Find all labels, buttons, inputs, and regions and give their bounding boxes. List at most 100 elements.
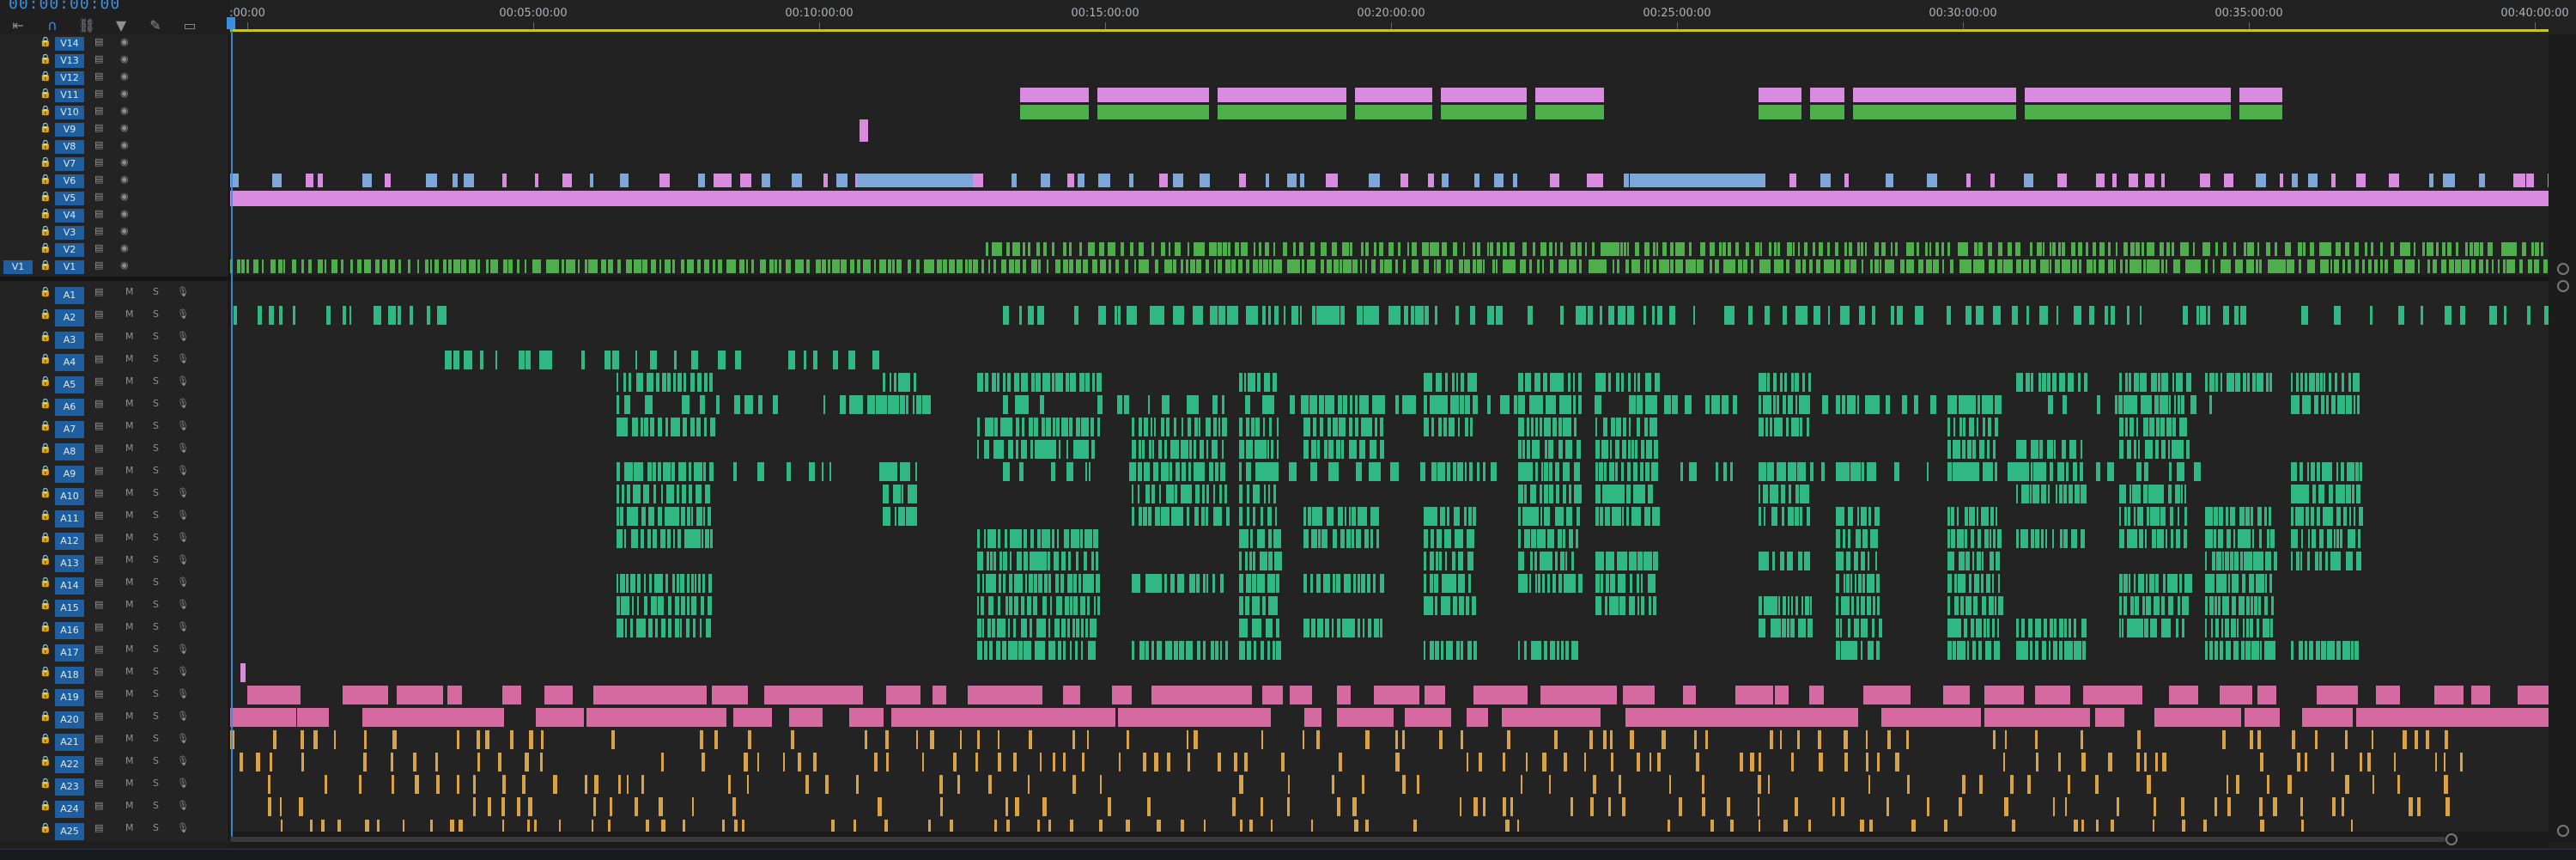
- audio-clip[interactable]: [1839, 619, 1842, 637]
- audio-clip[interactable]: [1084, 373, 1090, 392]
- audio-clip[interactable]: [1041, 418, 1045, 436]
- audio-clip[interactable]: [2133, 529, 2137, 548]
- audio-clip[interactable]: [2304, 753, 2307, 772]
- audio-clip[interactable]: [1336, 574, 1340, 593]
- audio-clip[interactable]: [1777, 596, 1781, 615]
- audio-clip[interactable]: [1978, 641, 1982, 660]
- audio-clip[interactable]: [1076, 619, 1079, 637]
- audio-clip[interactable]: [681, 596, 685, 615]
- audio-clip[interactable]: [1027, 641, 1031, 660]
- audio-clip[interactable]: [1459, 529, 1463, 548]
- audio-clip[interactable]: [1029, 418, 1033, 436]
- video-clip[interactable]: [2479, 242, 2483, 256]
- video-clip[interactable]: [1592, 242, 1595, 256]
- audio-clip[interactable]: [1636, 418, 1641, 436]
- audio-clip[interactable]: [1157, 306, 1165, 325]
- video-clip[interactable]: [1835, 242, 1838, 256]
- audio-clip[interactable]: [708, 574, 712, 593]
- audio-clip[interactable]: [1616, 373, 1619, 392]
- audio-clip[interactable]: [1950, 529, 1956, 548]
- audio-clip[interactable]: [1625, 708, 1810, 727]
- audio-clip[interactable]: [2234, 552, 2239, 570]
- video-clip[interactable]: [1652, 259, 1657, 273]
- eye-icon[interactable]: ◉: [120, 36, 129, 47]
- audio-clip[interactable]: [2241, 641, 2245, 660]
- audio-clip[interactable]: [1705, 730, 1708, 749]
- audio-clip[interactable]: [1244, 552, 1248, 570]
- audio-clip[interactable]: [2359, 462, 2363, 481]
- audio-clip[interactable]: [1363, 619, 1365, 637]
- video-clip[interactable]: [1804, 242, 1808, 256]
- video-clip[interactable]: [1040, 174, 1051, 187]
- audio-clip[interactable]: [1995, 395, 1999, 414]
- audio-clip[interactable]: [2270, 641, 2275, 660]
- video-clip[interactable]: [2200, 174, 2210, 187]
- audio-clip[interactable]: [2064, 619, 2067, 637]
- video-clip[interactable]: [1412, 242, 1417, 256]
- audio-clip[interactable]: [1424, 641, 1426, 660]
- audio-clip[interactable]: [1348, 418, 1352, 436]
- video-clip[interactable]: [1022, 242, 1025, 256]
- sync-lock-icon[interactable]: ▤: [94, 398, 103, 409]
- video-clip[interactable]: [936, 259, 942, 273]
- solo-button[interactable]: S: [153, 398, 159, 409]
- audio-clip[interactable]: [1255, 596, 1261, 615]
- audio-clip[interactable]: [2233, 306, 2239, 325]
- video-clip[interactable]: [2156, 259, 2160, 273]
- audio-clip[interactable]: [1628, 395, 1637, 414]
- audio-clip[interactable]: [2063, 529, 2068, 548]
- lock-icon[interactable]: 🔒: [39, 208, 52, 219]
- lock-icon[interactable]: 🔒: [39, 465, 52, 476]
- video-clip[interactable]: [2166, 242, 2171, 256]
- audio-clip[interactable]: [1003, 462, 1010, 481]
- audio-clip[interactable]: [1269, 418, 1273, 436]
- audio-clip[interactable]: [2154, 753, 2159, 772]
- audio-clip[interactable]: [1430, 574, 1434, 593]
- audio-clip[interactable]: [1402, 775, 1406, 794]
- audio-clip[interactable]: [2057, 753, 2061, 772]
- audio-clip[interactable]: [1841, 641, 1846, 660]
- audio-clip[interactable]: [2127, 306, 2129, 325]
- audio-clip[interactable]: [358, 775, 361, 794]
- audio-clip[interactable]: [2249, 730, 2253, 749]
- audio-clip[interactable]: [1416, 775, 1420, 794]
- solo-button[interactable]: S: [153, 442, 159, 454]
- video-clip[interactable]: [306, 174, 314, 187]
- audio-clip[interactable]: [984, 373, 988, 392]
- audio-clip[interactable]: [1346, 619, 1351, 637]
- audio-clip[interactable]: [1602, 730, 1607, 749]
- audio-clip[interactable]: [1513, 395, 1517, 414]
- audio-clip[interactable]: [1147, 395, 1151, 414]
- audio-clip[interactable]: [1138, 440, 1141, 459]
- audio-clip[interactable]: [1244, 596, 1250, 615]
- audio-clip[interactable]: [1679, 797, 1683, 816]
- audio-clip[interactable]: [1137, 462, 1143, 481]
- audio-clip[interactable]: [2260, 373, 2263, 392]
- audio-clip[interactable]: [2247, 373, 2251, 392]
- audio-clip[interactable]: [706, 619, 712, 637]
- audio-clip[interactable]: [1518, 485, 1523, 503]
- audio-clip[interactable]: [1373, 440, 1376, 459]
- audio-clip[interactable]: [1158, 485, 1162, 503]
- audio-clip[interactable]: [1370, 418, 1373, 436]
- audio-clip[interactable]: [2142, 596, 2146, 615]
- audio-clip[interactable]: [1373, 574, 1376, 593]
- audio-clip[interactable]: [2181, 418, 2187, 436]
- audio-clip[interactable]: [2184, 507, 2187, 526]
- audio-clip[interactable]: [648, 619, 653, 637]
- audio-clip[interactable]: [2350, 529, 2355, 548]
- video-clip[interactable]: [2373, 259, 2379, 273]
- audio-clip[interactable]: [1795, 485, 1799, 503]
- audio-clip[interactable]: [1986, 440, 1990, 459]
- video-clip[interactable]: [1083, 259, 1088, 273]
- video-clip[interactable]: [629, 259, 632, 273]
- audio-clip[interactable]: [1431, 529, 1435, 548]
- audio-clip[interactable]: [2178, 529, 2180, 548]
- audio-track-label[interactable]: A16: [55, 622, 84, 639]
- audio-clip[interactable]: [1874, 507, 1880, 526]
- audio-clip[interactable]: [2119, 574, 2123, 593]
- video-clip[interactable]: [600, 259, 607, 273]
- video-clip[interactable]: [1129, 242, 1133, 256]
- video-clip[interactable]: [2086, 242, 2088, 256]
- solo-button[interactable]: S: [153, 733, 159, 744]
